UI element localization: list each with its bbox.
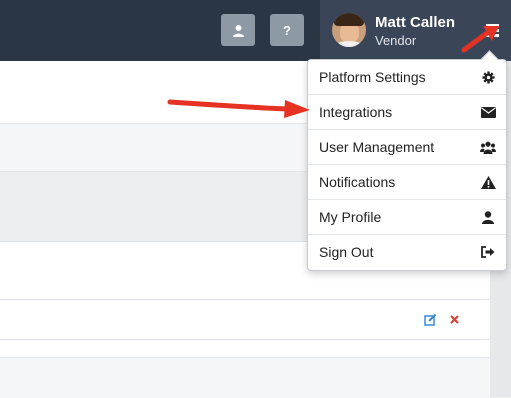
menu-item-integrations[interactable]: Integrations (308, 95, 506, 130)
menu-item-label: Notifications (319, 174, 396, 190)
user-icon-button[interactable] (221, 14, 255, 46)
menu-item-label: Sign Out (319, 244, 374, 260)
delete-icon[interactable] (449, 313, 460, 329)
menu-item-user-management[interactable]: User Management (308, 130, 506, 165)
menu-item-notifications[interactable]: Notifications (308, 165, 506, 200)
menu-item-label: Platform Settings (319, 69, 426, 85)
gear-icon (480, 69, 496, 85)
menu-item-label: Integrations (319, 104, 393, 120)
menu-item-my-profile[interactable]: My Profile (308, 200, 506, 235)
user-icon (480, 209, 496, 225)
warning-icon (480, 174, 496, 190)
menu-item-label: My Profile (319, 209, 382, 225)
user-menu-toggle[interactable]: Matt Callen Vendor (320, 0, 511, 61)
menu-item-label: User Management (319, 139, 435, 155)
divider (0, 299, 490, 300)
avatar (332, 13, 366, 47)
user-icon (232, 24, 244, 37)
users-icon (480, 139, 496, 155)
envelope-icon (480, 104, 496, 120)
row-actions (424, 313, 460, 329)
help-label: ? (283, 22, 291, 38)
content-row (0, 357, 490, 398)
menu-item-platform-settings[interactable]: Platform Settings (308, 60, 506, 95)
menu-item-sign-out[interactable]: Sign Out (308, 235, 506, 269)
divider (0, 339, 490, 340)
sign-out-icon (480, 244, 496, 260)
user-dropdown-menu: Platform Settings Integrations User Mana… (307, 50, 507, 271)
help-button[interactable]: ? (270, 14, 304, 46)
user-role: Vendor (375, 33, 417, 48)
top-nav-bar: ? Matt Callen Vendor (0, 0, 511, 61)
user-name: Matt Callen (375, 14, 456, 31)
edit-icon[interactable] (424, 313, 437, 329)
hamburger-menu-icon[interactable] (486, 24, 499, 37)
